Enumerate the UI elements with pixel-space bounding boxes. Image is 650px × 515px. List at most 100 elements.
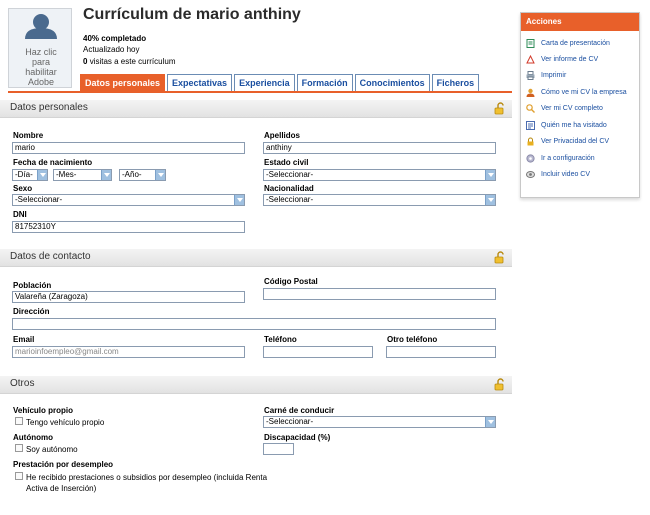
chevron-down-icon bbox=[155, 170, 165, 180]
prestacion-checkbox[interactable]: He recibido prestaciones o subsidios por… bbox=[15, 472, 285, 494]
anio-select[interactable]: -Año- bbox=[119, 169, 166, 181]
action-label: Incluir video CV bbox=[541, 171, 591, 178]
chevron-down-icon bbox=[485, 417, 495, 427]
visits-status: 0 visitas a este currículum bbox=[83, 57, 176, 66]
chevron-down-icon bbox=[485, 195, 495, 205]
tab-formacion[interactable]: Formación bbox=[296, 74, 353, 91]
lock-icon bbox=[527, 137, 534, 146]
vehiculo-label: Vehículo propio bbox=[13, 406, 74, 415]
profile-photo-placeholder[interactable]: Haz clic para habilitar Adobe Flash bbox=[8, 8, 72, 88]
unlock-icon[interactable] bbox=[494, 102, 506, 115]
action-ver-informe[interactable]: Ver informe de CV bbox=[526, 55, 598, 64]
visits-count: 0 bbox=[83, 57, 88, 66]
section-header-contact: Datos de contacto bbox=[0, 249, 512, 267]
vehiculo-checkbox[interactable]: Tengo vehículo propio bbox=[15, 417, 104, 428]
chevron-down-icon bbox=[101, 170, 111, 180]
otro-telefono-label: Otro teléfono bbox=[387, 335, 438, 344]
estado-civil-value: -Seleccionar- bbox=[266, 170, 314, 179]
nombre-label: Nombre bbox=[13, 131, 44, 140]
carne-value: -Seleccionar- bbox=[266, 417, 314, 426]
codigo-postal-label: Código Postal bbox=[264, 277, 318, 286]
tab-conocimientos[interactable]: Conocimientos bbox=[354, 74, 430, 91]
direccion-label: Dirección bbox=[13, 307, 50, 316]
printer-icon bbox=[526, 71, 535, 80]
chevron-down-icon bbox=[485, 170, 495, 180]
codigo-postal-input[interactable] bbox=[263, 288, 496, 300]
action-label: Ver informe de CV bbox=[541, 56, 599, 63]
unlock-icon[interactable] bbox=[494, 251, 506, 264]
action-label: Cómo ve mi CV la empresa bbox=[541, 89, 627, 96]
nacionalidad-label: Nacionalidad bbox=[264, 184, 314, 193]
carne-label: Carné de conducir bbox=[264, 406, 335, 415]
telefono-input[interactable] bbox=[263, 346, 373, 358]
autonomo-checkbox-label: Soy autónomo bbox=[26, 445, 78, 454]
pdf-icon bbox=[526, 55, 535, 64]
page-title: Currículum de mario anthiny bbox=[83, 6, 301, 23]
user-silhouette-icon bbox=[25, 14, 57, 39]
updated-status: Actualizado hoy bbox=[83, 45, 140, 54]
action-label: Ver mi CV completo bbox=[541, 105, 603, 112]
actions-title: Acciones bbox=[521, 13, 639, 31]
visits-text: visitas a este currículum bbox=[89, 57, 176, 66]
checkbox-box[interactable] bbox=[15, 472, 23, 480]
action-ir-configuracion[interactable]: Ir a configuración bbox=[526, 154, 595, 163]
autonomo-label: Autónomo bbox=[13, 433, 53, 442]
action-label: Imprimir bbox=[541, 72, 567, 79]
nombre-input[interactable]: mario bbox=[12, 142, 245, 154]
section-header-otros: Otros bbox=[0, 376, 512, 394]
cv-tabs: Datos personales Expectativas Experienci… bbox=[80, 74, 481, 91]
gear-icon bbox=[526, 154, 535, 163]
poblacion-input[interactable]: Valareña (Zaragoza) bbox=[12, 291, 245, 303]
mes-value: -Mes- bbox=[56, 170, 77, 179]
action-incluir-video[interactable]: Incluir video CV bbox=[526, 170, 590, 179]
video-icon bbox=[526, 171, 535, 178]
discapacidad-label: Discapacidad (%) bbox=[264, 433, 331, 442]
tab-experiencia[interactable]: Experiencia bbox=[234, 74, 295, 91]
action-ver-privacidad[interactable]: Ver Privacidad del CV bbox=[526, 137, 609, 146]
action-ver-cv-completo[interactable]: Ver mi CV completo bbox=[526, 104, 603, 113]
section-title: Datos personales bbox=[10, 102, 88, 113]
action-label: Ir a configuración bbox=[541, 155, 595, 162]
actions-panel: Acciones Carta de presentación Ver infor… bbox=[520, 12, 640, 198]
tab-datos-personales[interactable]: Datos personales bbox=[80, 74, 166, 91]
dni-label: DNI bbox=[13, 210, 27, 219]
mes-select[interactable]: -Mes- bbox=[53, 169, 112, 181]
carne-select[interactable]: -Seleccionar- bbox=[263, 416, 496, 428]
tab-ficheros[interactable]: Ficheros bbox=[431, 74, 480, 91]
nacionalidad-select[interactable]: -Seleccionar- bbox=[263, 194, 496, 206]
email-label: Email bbox=[13, 335, 35, 344]
sexo-value: -Seleccionar- bbox=[15, 195, 63, 204]
action-como-ve-empresa[interactable]: Cómo ve mi CV la empresa bbox=[526, 88, 627, 97]
checkbox-box[interactable] bbox=[15, 417, 23, 425]
action-quien-me-visito[interactable]: Quién me ha visitado bbox=[526, 121, 607, 130]
dni-input[interactable]: 81752310Y bbox=[12, 221, 245, 233]
otro-telefono-input[interactable] bbox=[386, 346, 496, 358]
direccion-input[interactable] bbox=[12, 318, 496, 330]
email-input[interactable]: marioinfoempleo@gmail.com bbox=[12, 346, 245, 358]
prestacion-label: Prestación por desempleo bbox=[13, 460, 114, 469]
section-title: Otros bbox=[10, 378, 35, 389]
apellidos-input[interactable]: anthiny bbox=[263, 142, 496, 154]
discapacidad-input[interactable] bbox=[263, 443, 294, 455]
sexo-label: Sexo bbox=[13, 184, 33, 193]
tab-expectativas[interactable]: Expectativas bbox=[167, 74, 233, 91]
estado-civil-select[interactable]: -Seleccionar- bbox=[263, 169, 496, 181]
anio-value: -Año- bbox=[122, 170, 142, 179]
letter-icon bbox=[526, 39, 535, 48]
magnifier-icon bbox=[526, 104, 535, 113]
unlock-icon[interactable] bbox=[494, 378, 506, 391]
action-carta-presentacion[interactable]: Carta de presentación bbox=[526, 39, 610, 48]
action-label: Ver Privacidad del CV bbox=[541, 138, 610, 145]
flash-notice: Haz clic para habilitar Adobe Flash bbox=[25, 47, 57, 87]
chevron-down-icon bbox=[234, 195, 244, 205]
action-imprimir[interactable]: Imprimir bbox=[526, 71, 566, 80]
dia-select[interactable]: -Día- bbox=[12, 169, 48, 181]
action-label: Carta de presentación bbox=[541, 40, 610, 47]
poblacion-label: Población bbox=[13, 281, 52, 290]
sexo-select[interactable]: -Seleccionar- bbox=[12, 194, 245, 206]
visitors-icon bbox=[526, 121, 535, 130]
nacionalidad-value: -Seleccionar- bbox=[266, 195, 314, 204]
estado-civil-label: Estado civil bbox=[264, 158, 309, 167]
checkbox-box[interactable] bbox=[15, 444, 23, 452]
autonomo-checkbox[interactable]: Soy autónomo bbox=[15, 444, 78, 455]
